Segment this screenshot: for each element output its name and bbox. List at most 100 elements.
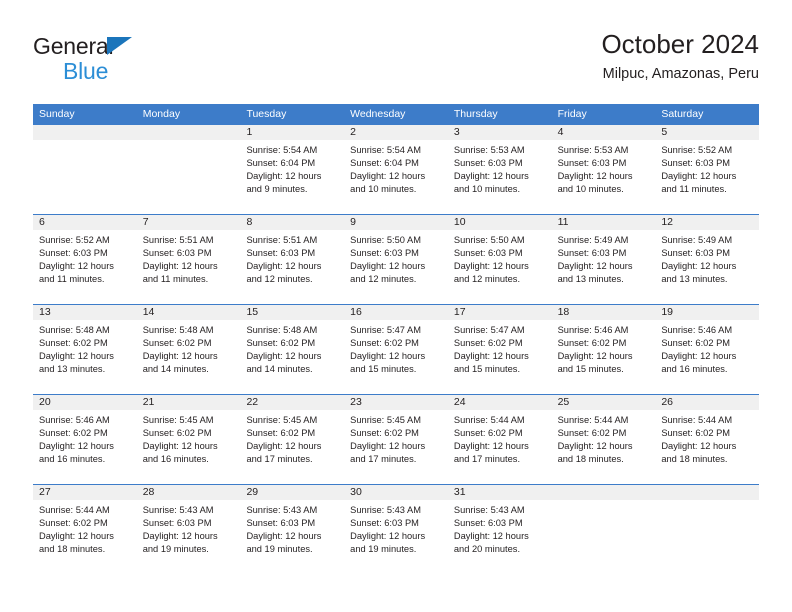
sunset-text: Sunset: 6:03 PM	[142, 248, 212, 259]
day-details: Sunrise: 5:43 AM Sunset: 6:03 PM Daylight:…	[344, 500, 448, 556]
weekday-header-saturday: Saturday	[661, 108, 704, 120]
sunset-text: Sunset: 6:02 PM	[142, 338, 212, 349]
day-cell[interactable]: 30 Sunrise: 5:43 AM Sunset: 6:03 PM Dayligh…	[344, 485, 448, 574]
day-number: 28	[136, 485, 241, 500]
sunrise-text: Sunrise: 5:46 AM	[557, 325, 629, 335]
day-cell[interactable]: 2 Sunrise: 5:54 AM Sunset: 6:04 PM Daylight…	[344, 125, 448, 214]
day-cell-empty	[551, 485, 656, 574]
day-cell[interactable]: 27 Sunrise: 5:44 AM Sunset: 6:02 PM Dayligh…	[33, 485, 137, 574]
day-cell[interactable]: 18 Sunrise: 5:46 AM Sunset: 6:02 PM Dayligh…	[551, 305, 656, 394]
page-subtitle: Milpuc, Amazonas, Peru	[602, 66, 759, 82]
day-cell[interactable]: 8 Sunrise: 5:51 AM Sunset: 6:03 PM Daylight…	[240, 215, 345, 304]
title-block: October 2024 Milpuc, Amazonas, Peru	[601, 28, 759, 84]
day-cell[interactable]: 7 Sunrise: 5:51 AM Sunset: 6:03 PM Daylight…	[136, 215, 241, 304]
day-cell[interactable]: 15 Sunrise: 5:48 AM Sunset: 6:02 PM Dayligh…	[240, 305, 345, 394]
sunset-text: Sunset: 6:02 PM	[557, 428, 627, 439]
day-details: Sunrise: 5:47 AM Sunset: 6:02 PM Daylight:…	[344, 320, 448, 376]
sunrise-text: Sunrise: 5:46 AM	[661, 325, 733, 335]
day-cell[interactable]: 25 Sunrise: 5:44 AM Sunset: 6:02 PM Dayligh…	[551, 395, 656, 484]
day-cell[interactable]: 26 Sunrise: 5:44 AM Sunset: 6:02 PM Dayligh…	[655, 395, 760, 484]
day-details: Sunrise: 5:43 AM Sunset: 6:03 PM Daylight:…	[137, 500, 241, 556]
sunset-text: Sunset: 6:03 PM	[246, 248, 316, 259]
day-number: 16	[344, 305, 448, 320]
calendar-grid: Sunday Monday Tuesday Wednesday Thursday…	[33, 104, 760, 574]
day-cell[interactable]: 14 Sunrise: 5:48 AM Sunset: 6:02 PM Dayligh…	[136, 305, 241, 394]
day-cell[interactable]: 19 Sunrise: 5:46 AM Sunset: 6:02 PM Dayligh…	[655, 305, 760, 394]
day-cell[interactable]: 13 Sunrise: 5:48 AM Sunset: 6:02 PM Dayligh…	[33, 305, 137, 394]
daylight-text: Daylight: 12 hours and 11 minutes.	[661, 171, 737, 195]
day-number: 20	[33, 395, 137, 410]
sunset-text: Sunset: 6:03 PM	[453, 518, 523, 529]
day-cell[interactable]: 29 Sunrise: 5:43 AM Sunset: 6:03 PM Dayligh…	[240, 485, 345, 574]
day-details: Sunrise: 5:46 AM Sunset: 6:02 PM Daylight:…	[33, 410, 137, 466]
week-row: 27 Sunrise: 5:44 AM Sunset: 6:02 PM Dayligh…	[33, 484, 760, 574]
day-number: 17	[447, 305, 552, 320]
day-cell[interactable]: 10 Sunrise: 5:50 AM Sunset: 6:03 PM Dayligh…	[447, 215, 552, 304]
daylight-text: Daylight: 12 hours and 13 minutes.	[39, 351, 114, 375]
daylight-text: Daylight: 12 hours and 12 minutes.	[350, 261, 426, 285]
day-cell[interactable]: 22 Sunrise: 5:45 AM Sunset: 6:02 PM Dayligh…	[240, 395, 345, 484]
day-details: Sunrise: 5:52 AM Sunset: 6:03 PM Daylight:…	[33, 230, 137, 286]
sunset-text: Sunset: 6:03 PM	[557, 248, 627, 259]
day-details: Sunrise: 5:52 AM Sunset: 6:03 PM Daylight:…	[655, 140, 759, 196]
sunrise-text: Sunrise: 5:44 AM	[453, 415, 525, 425]
sunset-text: Sunset: 6:03 PM	[453, 158, 523, 169]
weekday-header-wednesday: Wednesday	[350, 108, 406, 120]
sunset-text: Sunset: 6:03 PM	[39, 248, 108, 259]
day-number: 11	[551, 215, 656, 230]
day-number: 5	[655, 125, 760, 140]
day-number: 26	[655, 395, 760, 410]
sunset-text: Sunset: 6:02 PM	[661, 428, 731, 439]
logo-text-blue: Blue	[63, 58, 109, 84]
sunrise-text: Sunrise: 5:44 AM	[661, 415, 733, 425]
week-row: 1 Sunrise: 5:54 AM Sunset: 6:04 PM Daylight…	[33, 125, 760, 214]
daylight-text: Daylight: 12 hours and 15 minutes.	[453, 351, 529, 375]
day-number	[136, 125, 241, 140]
day-cell[interactable]: 21 Sunrise: 5:45 AM Sunset: 6:02 PM Dayligh…	[136, 395, 241, 484]
sunrise-text: Sunrise: 5:54 AM	[246, 145, 318, 155]
day-cell[interactable]: 24 Sunrise: 5:44 AM Sunset: 6:02 PM Dayligh…	[447, 395, 552, 484]
day-details: Sunrise: 5:44 AM Sunset: 6:02 PM Daylight:…	[448, 410, 552, 466]
week-row: 6 Sunrise: 5:52 AM Sunset: 6:03 PM Daylight…	[33, 214, 760, 304]
weekday-header-friday: Friday	[557, 108, 587, 120]
day-cell[interactable]: 11 Sunrise: 5:49 AM Sunset: 6:03 PM Dayligh…	[551, 215, 656, 304]
sunrise-text: Sunrise: 5:53 AM	[453, 145, 525, 155]
day-cell[interactable]: 1 Sunrise: 5:54 AM Sunset: 6:04 PM Daylight…	[240, 125, 345, 214]
sunrise-text: Sunrise: 5:54 AM	[350, 145, 421, 155]
day-cell[interactable]: 16 Sunrise: 5:47 AM Sunset: 6:02 PM Dayligh…	[344, 305, 448, 394]
day-cell[interactable]: 17 Sunrise: 5:47 AM Sunset: 6:02 PM Dayligh…	[447, 305, 552, 394]
day-cell[interactable]: 4 Sunrise: 5:53 AM Sunset: 6:03 PM Daylight…	[551, 125, 656, 214]
day-cell[interactable]: 6 Sunrise: 5:52 AM Sunset: 6:03 PM Daylight…	[33, 215, 137, 304]
sunrise-text: Sunrise: 5:49 AM	[661, 235, 733, 245]
day-cell[interactable]: 5 Sunrise: 5:52 AM Sunset: 6:03 PM Daylight…	[655, 125, 760, 214]
day-cell[interactable]: 9 Sunrise: 5:50 AM Sunset: 6:03 PM Daylight…	[344, 215, 448, 304]
weekday-header-sunday: Sunday	[39, 108, 75, 120]
general-blue-logo[interactable]: General Blue	[33, 34, 253, 90]
day-cell[interactable]: 20 Sunrise: 5:46 AM Sunset: 6:02 PM Dayligh…	[33, 395, 137, 484]
day-cell[interactable]: 28 Sunrise: 5:43 AM Sunset: 6:03 PM Dayligh…	[136, 485, 241, 574]
sunrise-text: Sunrise: 5:43 AM	[453, 505, 525, 515]
sunset-text: Sunset: 6:02 PM	[39, 428, 108, 439]
daylight-text: Daylight: 12 hours and 16 minutes.	[142, 441, 218, 465]
day-details: Sunrise: 5:45 AM Sunset: 6:02 PM Daylight:…	[240, 410, 344, 466]
sunrise-text: Sunrise: 5:51 AM	[246, 235, 318, 245]
sunrise-text: Sunrise: 5:48 AM	[246, 325, 318, 335]
daylight-text: Daylight: 12 hours and 11 minutes.	[142, 261, 218, 285]
day-cell[interactable]: 3 Sunrise: 5:53 AM Sunset: 6:03 PM Daylight…	[447, 125, 552, 214]
day-number: 23	[344, 395, 448, 410]
sunset-text: Sunset: 6:02 PM	[557, 338, 627, 349]
day-details: Sunrise: 5:48 AM Sunset: 6:02 PM Daylight:…	[33, 320, 137, 376]
sunrise-text: Sunrise: 5:48 AM	[142, 325, 214, 335]
sunrise-text: Sunrise: 5:44 AM	[39, 505, 110, 515]
day-details: Sunrise: 5:47 AM Sunset: 6:02 PM Daylight:…	[448, 320, 552, 376]
day-cell[interactable]: 12 Sunrise: 5:49 AM Sunset: 6:03 PM Dayligh…	[655, 215, 760, 304]
sunrise-text: Sunrise: 5:52 AM	[661, 145, 733, 155]
day-details: Sunrise: 5:50 AM Sunset: 6:03 PM Daylight:…	[448, 230, 552, 286]
sunset-text: Sunset: 6:03 PM	[142, 518, 212, 529]
day-cell[interactable]: 23 Sunrise: 5:45 AM Sunset: 6:02 PM Dayligh…	[344, 395, 448, 484]
sunrise-text: Sunrise: 5:47 AM	[350, 325, 421, 335]
day-details: Sunrise: 5:50 AM Sunset: 6:03 PM Daylight:…	[344, 230, 448, 286]
day-cell[interactable]: 31 Sunrise: 5:43 AM Sunset: 6:03 PM Dayligh…	[447, 485, 552, 574]
day-number: 4	[551, 125, 656, 140]
day-details: Sunrise: 5:44 AM Sunset: 6:02 PM Daylight:…	[655, 410, 759, 466]
